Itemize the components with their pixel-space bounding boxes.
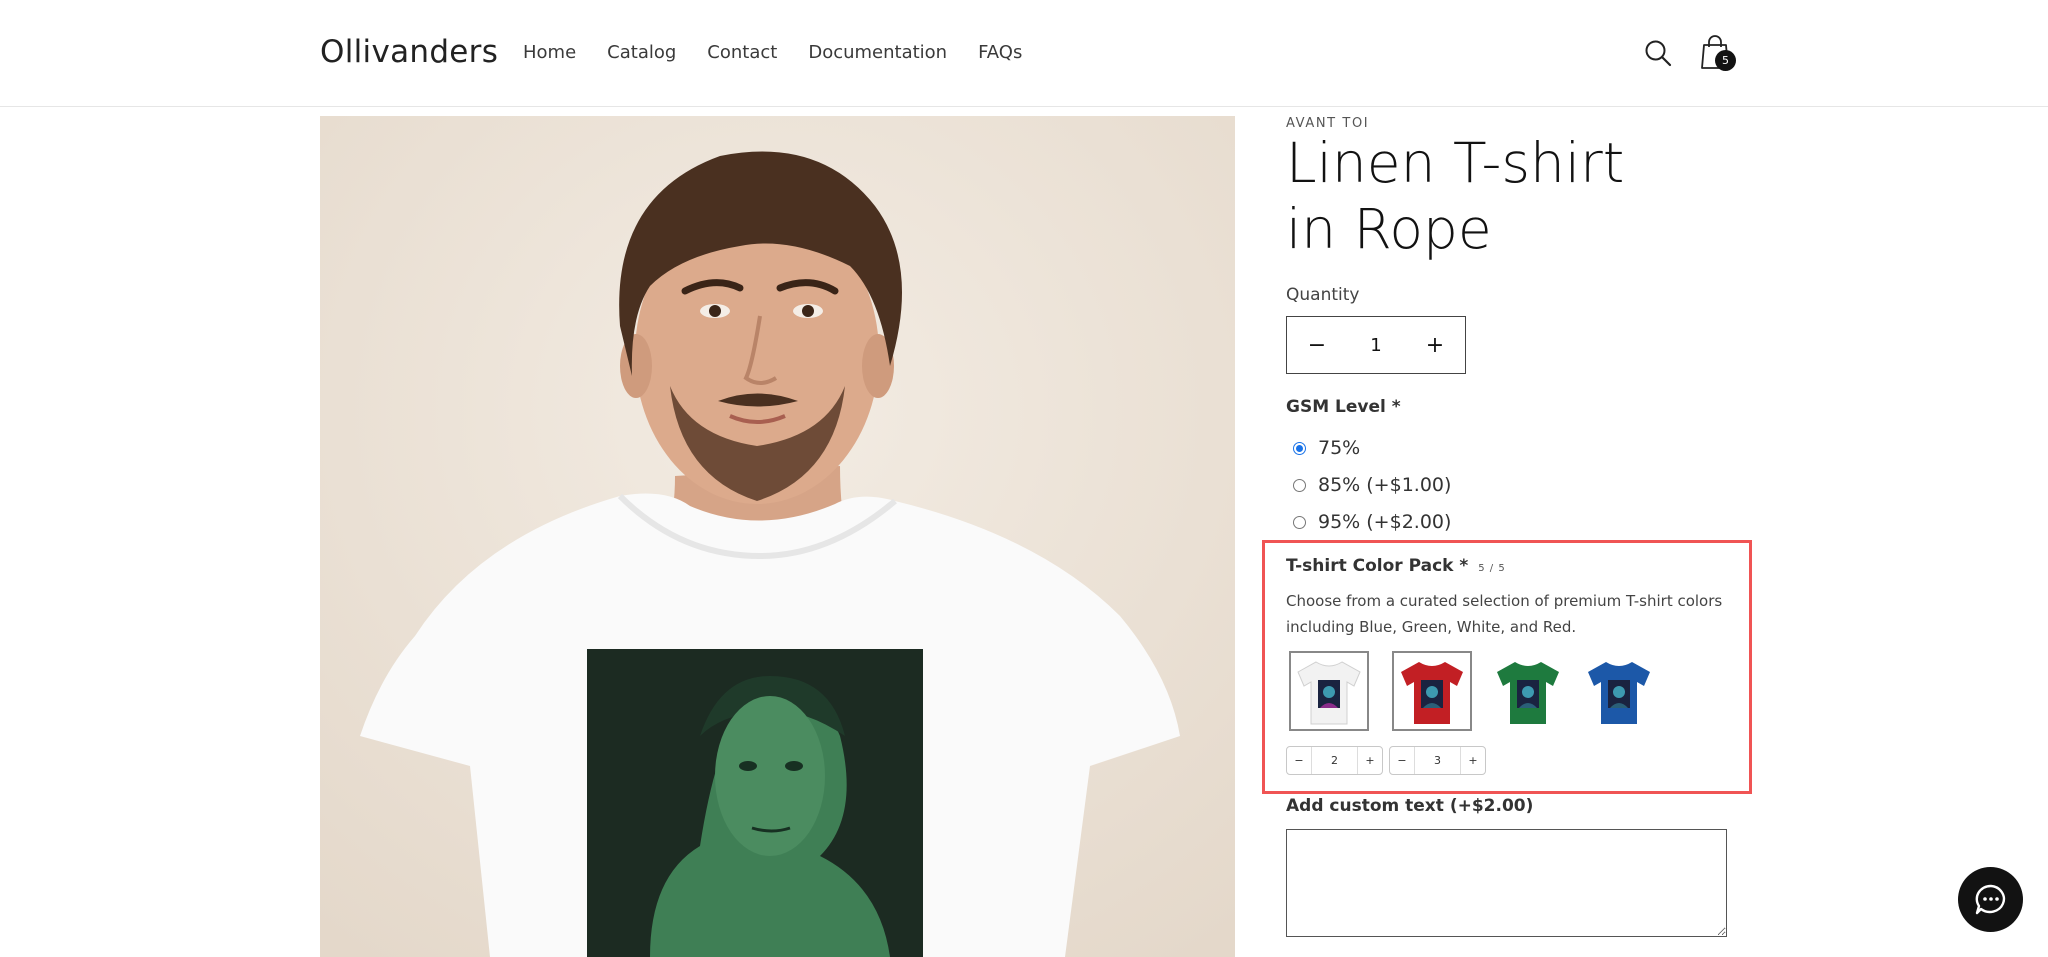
- quantity-stepper: − 1 +: [1286, 316, 1466, 374]
- chat-button[interactable]: [1958, 867, 2023, 932]
- radio-unselected-icon[interactable]: [1293, 515, 1306, 529]
- custom-text-input[interactable]: [1286, 829, 1727, 937]
- main-nav: Home Catalog Contact Documentation FAQs: [523, 42, 1022, 63]
- gsm-option-label: 85% (+$1.00): [1318, 474, 1452, 496]
- swatch-green[interactable]: [1488, 651, 1568, 731]
- tshirt-green-icon: [1497, 662, 1559, 724]
- white-quantity-input[interactable]: 2: [1311, 747, 1358, 774]
- tshirt-red-icon: [1401, 662, 1463, 724]
- custom-text-label: Add custom text (+$2.00): [1286, 796, 1534, 816]
- nav-catalog[interactable]: Catalog: [607, 42, 676, 63]
- product-vendor: AVANT TOI: [1286, 116, 1370, 131]
- search-button[interactable]: [1644, 39, 1672, 67]
- color-pack-count: 5 / 5: [1478, 563, 1506, 574]
- search-icon: [1645, 40, 1672, 67]
- white-decrease-button[interactable]: −: [1287, 754, 1311, 767]
- red-increase-button[interactable]: +: [1461, 754, 1485, 767]
- site-header: Ollivanders Home Catalog Contact Documen…: [0, 0, 2048, 107]
- swatch-red[interactable]: [1392, 651, 1472, 731]
- chat-bubble-icon: [1975, 884, 2005, 914]
- nav-faqs[interactable]: FAQs: [978, 42, 1022, 63]
- color-pack-title: T-shirt Color Pack * 5 / 5: [1286, 556, 1506, 576]
- white-increase-button[interactable]: +: [1358, 754, 1382, 767]
- gsm-level-label: GSM Level *: [1286, 397, 1401, 417]
- swatch-blue[interactable]: [1579, 651, 1659, 731]
- quantity-input[interactable]: 1: [1370, 335, 1381, 356]
- radio-selected-icon[interactable]: [1293, 441, 1306, 455]
- quantity-label: Quantity: [1286, 285, 1360, 305]
- white-quantity-stepper: − 2 +: [1286, 746, 1383, 775]
- gsm-option-75[interactable]: 75%: [1286, 437, 1360, 459]
- gsm-option-label: 95% (+$2.00): [1318, 511, 1452, 533]
- product-title: Linen T-shirt in Rope: [1286, 131, 1625, 261]
- red-quantity-input[interactable]: 3: [1414, 747, 1461, 774]
- quantity-increase-button[interactable]: +: [1405, 333, 1465, 358]
- tshirt-blue-icon: [1588, 662, 1650, 724]
- gsm-option-95[interactable]: 95% (+$2.00): [1286, 511, 1451, 533]
- quantity-decrease-button[interactable]: −: [1287, 333, 1347, 358]
- color-pack-title-text: T-shirt Color Pack *: [1286, 556, 1469, 576]
- cart-count-badge: 5: [1715, 50, 1736, 71]
- gsm-option-85[interactable]: 85% (+$1.00): [1286, 474, 1451, 496]
- swatch-white[interactable]: [1289, 651, 1369, 731]
- red-decrease-button[interactable]: −: [1390, 754, 1414, 767]
- nav-contact[interactable]: Contact: [707, 42, 777, 63]
- color-pack-description: Choose from a curated selection of premi…: [1286, 592, 1723, 636]
- red-quantity-stepper: − 3 +: [1389, 746, 1486, 775]
- tshirt-white-icon: [1297, 661, 1361, 725]
- store-logo[interactable]: Ollivanders: [320, 34, 498, 70]
- radio-unselected-icon[interactable]: [1293, 478, 1306, 492]
- product-image[interactable]: [320, 116, 1235, 957]
- nav-documentation[interactable]: Documentation: [808, 42, 947, 63]
- nav-home[interactable]: Home: [523, 42, 576, 63]
- gsm-option-label: 75%: [1318, 437, 1361, 459]
